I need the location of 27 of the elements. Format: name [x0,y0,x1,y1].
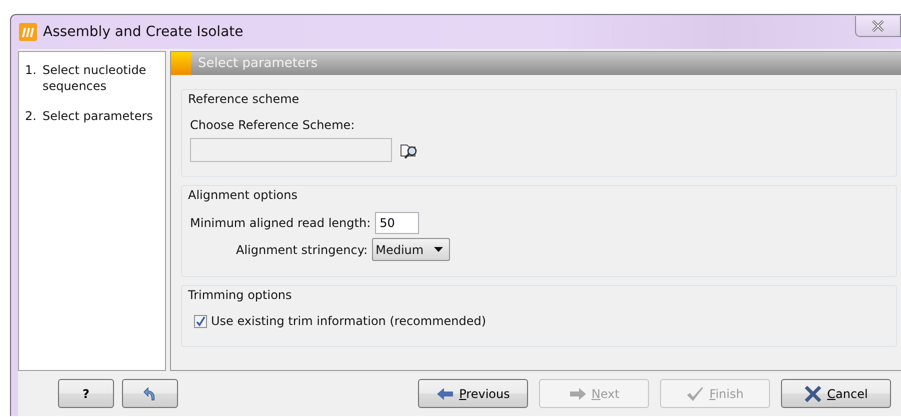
stringency-dropdown[interactable]: Medium [372,238,450,261]
field-label: Minimum aligned read length: [190,215,371,232]
close-icon [871,20,885,32]
checkbox[interactable] [194,314,207,328]
close-button[interactable] [855,16,901,36]
app-logo-icon [19,23,37,41]
right-arrow-icon [568,386,587,400]
reset-button[interactable] [122,379,178,408]
field-label: Alignment stringency: [236,242,368,258]
window-title: Assembly and Create Isolate [43,22,244,42]
cancel-button[interactable]: Cancel [781,379,891,408]
previous-button[interactable]: Previous [418,379,528,408]
panel-title: Select parameters [197,54,318,73]
step-number: 2. [25,108,36,125]
caret-icon [434,247,443,252]
field-label: Choose Reference Scheme: [190,117,356,134]
step-number: 1. [25,62,36,79]
read-length-field[interactable]: 50 [374,212,419,234]
header-accent-block [171,52,191,75]
x-icon [804,386,822,402]
help-button[interactable]: ? [58,379,114,408]
step-label[interactable]: Select parameters [42,108,153,125]
left-arrow-icon [436,386,454,400]
checkmark-icon [686,386,704,402]
step-label[interactable]: Select nucleotide sequences [42,62,159,94]
checkbox-label: Use existing trim information (recommended) [211,313,486,330]
undo-arrow-icon [143,386,157,402]
